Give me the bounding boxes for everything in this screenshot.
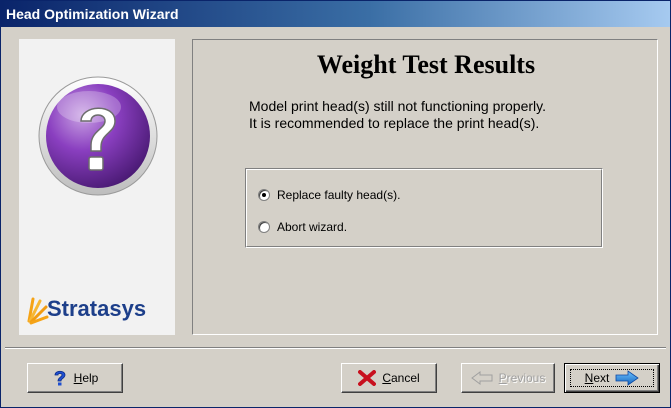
option-label: Abort wizard. — [277, 220, 348, 234]
help-button[interactable]: Help — [27, 363, 123, 393]
stratasys-burst-icon — [27, 297, 49, 325]
content-panel: Weight Test Results Model print head(s) … — [192, 39, 658, 335]
separator — [5, 347, 666, 349]
question-mark-icon — [38, 76, 158, 196]
title-bar[interactable]: Head Optimization Wizard — [1, 1, 670, 27]
message-text: Model print head(s) still not functionin… — [249, 98, 546, 132]
option-label: Replace faulty head(s). — [277, 188, 401, 202]
radio-button-selected[interactable] — [258, 189, 270, 201]
option-replace-heads[interactable]: Replace faulty head(s). — [258, 186, 400, 204]
wizard-window: Head Optimization Wizard Stratasys Weigh… — [0, 0, 671, 408]
message-line-1: Model print head(s) still not functionin… — [249, 98, 547, 114]
radio-button[interactable] — [258, 221, 270, 233]
window-title: Head Optimization Wizard — [6, 6, 179, 22]
forward-arrow-icon — [615, 370, 640, 386]
next-button[interactable]: Next — [564, 363, 660, 393]
back-arrow-icon — [470, 371, 493, 385]
message-line-2: It is recommended to replace the print h… — [249, 115, 540, 131]
page-title: Weight Test Results — [316, 50, 536, 79]
red-x-icon — [358, 370, 377, 386]
help-icon — [52, 369, 68, 387]
option-abort-wizard[interactable]: Abort wizard. — [258, 218, 347, 236]
previous-button[interactable]: Previous — [461, 363, 555, 393]
cancel-button[interactable]: Cancel — [341, 363, 437, 393]
options-group: Replace faulty head(s). Abort wizard. — [245, 168, 603, 248]
left-panel: Stratasys — [19, 39, 175, 335]
logo-text: Stratasys — [47, 296, 147, 321]
stratasys-logo: Stratasys — [27, 291, 146, 327]
